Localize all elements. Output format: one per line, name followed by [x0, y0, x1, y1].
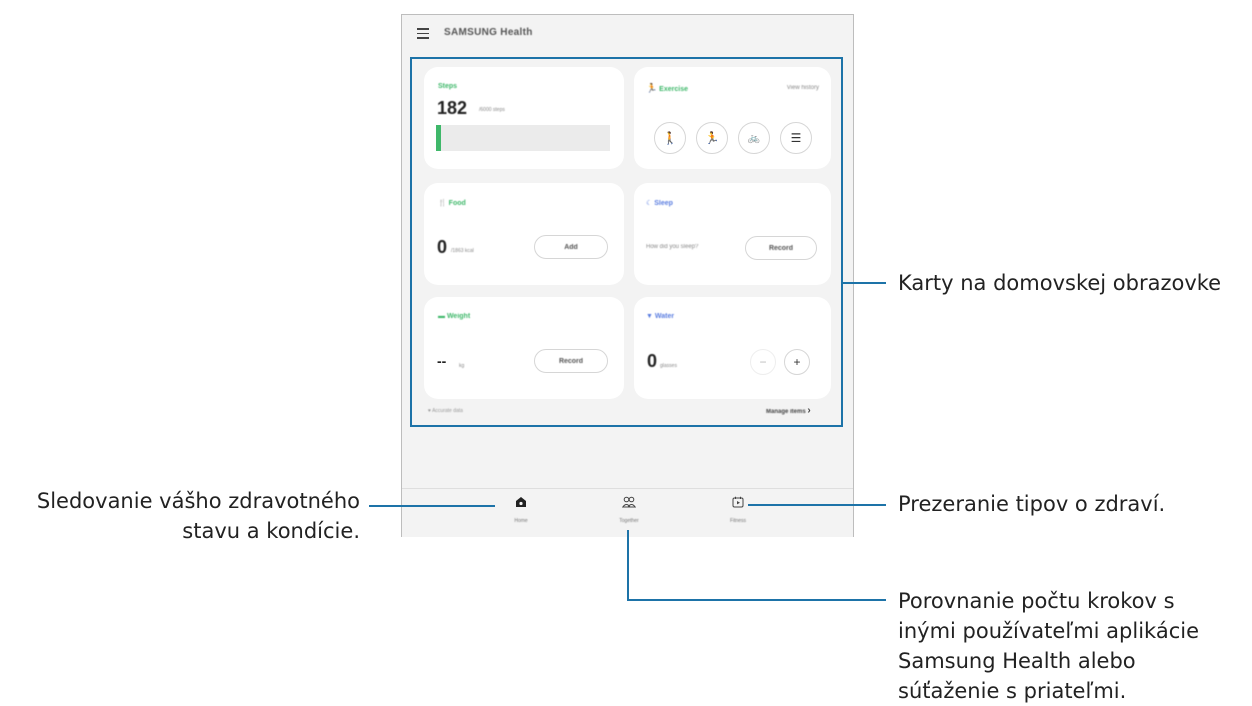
together-callout-line1: Porovnanie počtu krokov s: [898, 589, 1175, 613]
exercise-card[interactable]: 🏃 Exercise View history 🚶 🏃 🚲 ☰: [634, 67, 831, 169]
home-callout: Sledovanie vášho zdravotného stavu a kon…: [0, 486, 360, 546]
moon-icon: ☾: [646, 200, 653, 207]
view-history-link[interactable]: View history: [787, 85, 819, 91]
accurate-data-label: Accurate data: [432, 408, 463, 414]
weight-unit: kg: [459, 363, 465, 369]
exercise-title-label: Exercise: [659, 86, 688, 93]
water-card-title: ▼ Water: [646, 313, 674, 320]
walking-icon: 🚶: [662, 131, 678, 145]
manage-items-label: Manage items: [766, 409, 806, 415]
water-minus-button[interactable]: −: [750, 349, 776, 375]
weight-title-label: Weight: [446, 313, 471, 320]
steps-card[interactable]: Steps 182 /6000 steps: [424, 67, 624, 169]
running-icon: 🏃: [704, 131, 720, 145]
sleep-title-label: Sleep: [654, 200, 673, 207]
home-callout-line2: stavu a kondície.: [182, 519, 360, 543]
together-callout-line2: inými používateľmi aplikácie: [898, 619, 1200, 643]
together-callout: Porovnanie počtu krokov s inými používat…: [898, 586, 1199, 706]
exercise-card-title: 🏃 Exercise: [646, 83, 688, 94]
water-title-label: Water: [654, 313, 675, 320]
cycling-button[interactable]: 🚲: [738, 122, 770, 154]
water-unit: glasses: [660, 363, 677, 369]
fork-knife-icon: 🍴: [438, 200, 447, 207]
cup-icon: ▼: [646, 313, 653, 320]
tips-callout-line: [748, 504, 886, 506]
nav-home[interactable]: Home: [491, 495, 551, 524]
nav-together[interactable]: Together: [599, 495, 659, 524]
food-add-button[interactable]: Add: [534, 235, 608, 259]
sleep-card[interactable]: ☾ Sleep How did you sleep? Record: [634, 183, 831, 285]
app-header: SAMSUNG Health: [402, 15, 853, 55]
cycling-icon: 🚲: [747, 132, 761, 144]
exercise-icon: 🏃: [646, 83, 658, 93]
food-card-title: 🍴 Food: [438, 199, 466, 207]
sleep-record-button[interactable]: Record: [745, 236, 817, 260]
together-callout-line3: Samsung Health alebo: [898, 649, 1136, 673]
manage-items-link[interactable]: Manage items ›: [766, 405, 811, 416]
together-callout-line4: súťaženie s priateľmi.: [898, 679, 1127, 703]
home-icon: [516, 497, 526, 507]
home-callout-line: [369, 505, 495, 507]
running-button[interactable]: 🏃: [696, 122, 728, 154]
food-card[interactable]: 🍴 Food 0 /1863 kcal Add: [424, 183, 624, 285]
food-value: 0: [437, 237, 448, 257]
nav-home-label: Home: [514, 518, 528, 524]
nav-fitness-label: Fitness: [729, 518, 747, 524]
walking-button[interactable]: 🚶: [654, 122, 686, 154]
home-callout-line1: Sledovanie vášho zdravotného: [36, 489, 360, 513]
sleep-prompt: How did you sleep?: [646, 244, 699, 250]
together-callout-hline: [627, 599, 886, 601]
app-screen: SAMSUNG Health Steps 182 /6000 steps 🏃 E…: [401, 14, 854, 537]
sleep-card-title: ☾ Sleep: [646, 199, 673, 207]
location-pin-icon: ♥: [428, 408, 431, 414]
fitness-play-icon: [732, 496, 744, 508]
weight-record-button[interactable]: Record: [534, 349, 608, 373]
water-value: 0: [647, 351, 658, 371]
food-title-label: Food: [448, 200, 466, 207]
app-title: SAMSUNG Health: [444, 27, 533, 38]
steps-card-title: Steps: [438, 83, 458, 90]
scale-icon: ▬: [438, 313, 445, 320]
food-unit: /1863 kcal: [451, 248, 474, 254]
chevron-right-icon: ›: [807, 405, 811, 416]
water-card[interactable]: ▼ Water 0 glasses − +: [634, 297, 831, 399]
weight-card[interactable]: ▬ Weight -- kg Record: [424, 297, 624, 399]
more-exercises-button[interactable]: ☰: [780, 122, 812, 154]
water-plus-button[interactable]: +: [784, 349, 810, 375]
weight-value: --: [437, 353, 447, 369]
cards-callout-line: [843, 282, 886, 284]
accurate-data-note: ♥ Accurate data: [428, 408, 463, 414]
steps-value: 182: [437, 98, 468, 118]
tips-callout: Prezeranie tipov o zdraví.: [898, 492, 1166, 516]
menu-icon[interactable]: [417, 28, 429, 39]
nav-together-label: Together: [619, 518, 639, 524]
weight-card-title: ▬ Weight: [438, 313, 470, 320]
cards-callout: Karty na domovskej obrazovke: [898, 271, 1222, 295]
steps-progress-fill: [436, 125, 441, 151]
steps-progress-track: [436, 125, 610, 151]
steps-unit: /6000 steps: [479, 107, 505, 113]
nav-fitness[interactable]: Fitness: [708, 495, 768, 524]
together-callout-vline: [627, 530, 629, 601]
list-icon: ☰: [790, 131, 802, 145]
people-icon: [621, 496, 637, 508]
